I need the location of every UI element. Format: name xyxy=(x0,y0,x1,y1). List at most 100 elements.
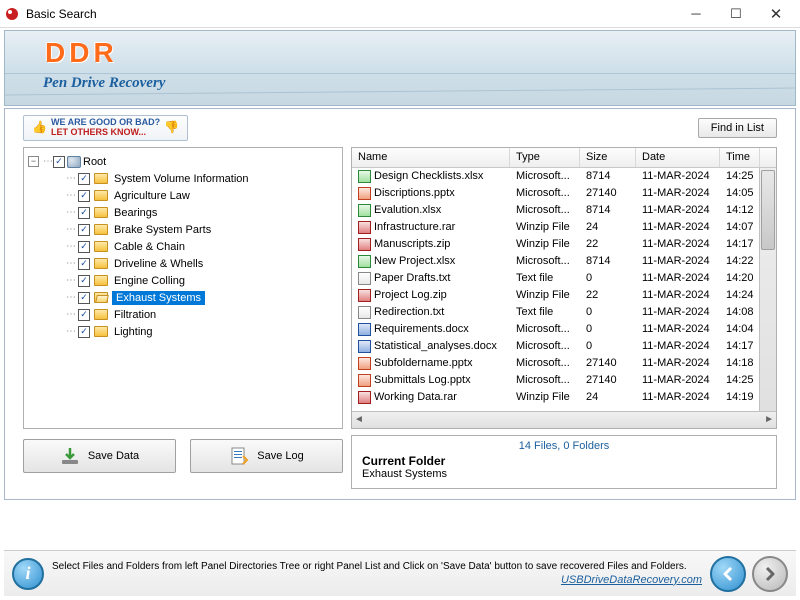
file-row[interactable]: Redirection.txtText file011-MAR-202414:0… xyxy=(352,304,760,321)
file-time: 14:19 xyxy=(720,391,760,403)
file-size: 0 xyxy=(580,272,636,284)
tree-item[interactable]: ⋯✓Exhaust Systems xyxy=(28,290,338,306)
file-name: Manuscripts.zip xyxy=(374,238,450,250)
tree-checkbox[interactable]: ✓ xyxy=(78,258,90,270)
file-row[interactable]: Project Log.zipWinzip File2211-MAR-20241… xyxy=(352,287,760,304)
col-date[interactable]: Date xyxy=(636,148,720,167)
col-size[interactable]: Size xyxy=(580,148,636,167)
folder-icon xyxy=(94,224,108,235)
tree-checkbox[interactable]: ✓ xyxy=(78,309,90,321)
tree-item[interactable]: ⋯✓Lighting xyxy=(28,324,338,340)
tree-checkbox[interactable]: ✓ xyxy=(78,275,90,287)
tree-item[interactable]: ⋯✓Filtration xyxy=(28,307,338,323)
file-list[interactable]: Name Type Size Date Time Design Checklis… xyxy=(351,147,777,429)
tree-item[interactable]: ⋯✓Agriculture Law xyxy=(28,188,338,204)
file-size: 0 xyxy=(580,323,636,335)
file-time: 14:07 xyxy=(720,221,760,233)
file-row[interactable]: Subfoldername.pptxMicrosoft...2714011-MA… xyxy=(352,355,760,372)
directory-tree[interactable]: − ⋯ ✓ Root ⋯✓System Volume Information ⋯✓… xyxy=(23,147,343,429)
nav-forward-button[interactable] xyxy=(752,556,788,592)
file-icon xyxy=(358,289,371,302)
close-button[interactable]: ✕ xyxy=(756,1,796,27)
info-icon: i xyxy=(12,558,44,590)
tree-checkbox[interactable]: ✓ xyxy=(78,224,90,236)
file-type: Text file xyxy=(510,272,580,284)
collapse-icon[interactable]: − xyxy=(28,156,39,167)
file-row[interactable]: Evalution.xlsxMicrosoft...871411-MAR-202… xyxy=(352,202,760,219)
tree-item[interactable]: ⋯✓System Volume Information xyxy=(28,171,338,187)
file-size: 27140 xyxy=(580,357,636,369)
file-row[interactable]: Infrastructure.rarWinzip File2411-MAR-20… xyxy=(352,219,760,236)
save-data-button[interactable]: Save Data xyxy=(23,439,176,473)
file-type: Microsoft... xyxy=(510,357,580,369)
file-row[interactable]: Paper Drafts.txtText file011-MAR-202414:… xyxy=(352,270,760,287)
tree-checkbox[interactable]: ✓ xyxy=(78,190,90,202)
file-date: 11-MAR-2024 xyxy=(636,238,720,250)
nav-back-button[interactable] xyxy=(710,556,746,592)
file-row[interactable]: New Project.xlsxMicrosoft...871411-MAR-2… xyxy=(352,253,760,270)
file-row[interactable]: Submittals Log.pptxMicrosoft...2714011-M… xyxy=(352,372,760,389)
tree-root[interactable]: − ⋯ ✓ Root xyxy=(28,154,338,170)
file-time: 14:12 xyxy=(720,204,760,216)
tree-item[interactable]: ⋯✓Brake System Parts xyxy=(28,222,338,238)
file-date: 11-MAR-2024 xyxy=(636,187,720,199)
file-date: 11-MAR-2024 xyxy=(636,170,720,182)
footer-link[interactable]: USBDriveDataRecovery.com xyxy=(52,573,702,587)
folder-icon xyxy=(94,207,108,218)
file-time: 14:04 xyxy=(720,323,760,335)
vertical-scrollbar[interactable] xyxy=(761,170,775,250)
app-icon xyxy=(4,6,20,22)
file-type: Microsoft... xyxy=(510,255,580,267)
file-date: 11-MAR-2024 xyxy=(636,221,720,233)
folder-icon xyxy=(94,258,108,269)
file-type: Microsoft... xyxy=(510,187,580,199)
file-time: 14:18 xyxy=(720,357,760,369)
file-size: 0 xyxy=(580,340,636,352)
file-name: Paper Drafts.txt xyxy=(374,272,450,284)
footer-help-text: Select Files and Folders from left Panel… xyxy=(52,561,687,572)
file-size: 8714 xyxy=(580,204,636,216)
col-type[interactable]: Type xyxy=(510,148,580,167)
file-name: Infrastructure.rar xyxy=(374,221,455,233)
tree-item[interactable]: ⋯✓Driveline & Whells xyxy=(28,256,338,272)
file-icon xyxy=(358,204,371,217)
col-time[interactable]: Time xyxy=(720,148,760,167)
file-row[interactable]: Design Checklists.xlsxMicrosoft...871411… xyxy=(352,168,760,185)
tree-checkbox[interactable]: ✓ xyxy=(78,292,90,304)
tagline-box[interactable]: 👍 WE ARE GOOD OR BAD? LET OTHERS KNOW...… xyxy=(23,115,188,141)
tree-item-label: Agriculture Law xyxy=(112,189,192,203)
tree-checkbox[interactable]: ✓ xyxy=(78,207,90,219)
tree-checkbox[interactable]: ✓ xyxy=(78,241,90,253)
file-type: Microsoft... xyxy=(510,340,580,352)
brand-subtitle: Pen Drive Recovery xyxy=(43,75,165,92)
file-icon xyxy=(358,170,371,183)
file-row[interactable]: Manuscripts.zipWinzip File2211-MAR-20241… xyxy=(352,236,760,253)
current-folder-value: Exhaust Systems xyxy=(362,468,766,480)
maximize-button[interactable]: ☐ xyxy=(716,1,756,27)
file-name: Design Checklists.xlsx xyxy=(374,170,483,182)
save-log-button[interactable]: Save Log xyxy=(190,439,343,473)
minimize-button[interactable]: ─ xyxy=(676,1,716,27)
tree-item[interactable]: ⋯✓Bearings xyxy=(28,205,338,221)
file-name: Redirection.txt xyxy=(374,306,444,318)
file-row[interactable]: Discriptions.pptxMicrosoft...2714011-MAR… xyxy=(352,185,760,202)
file-row[interactable]: Working Data.rarWinzip File2411-MAR-2024… xyxy=(352,389,760,406)
tree-checkbox[interactable]: ✓ xyxy=(78,326,90,338)
file-icon xyxy=(358,187,371,200)
file-size: 0 xyxy=(580,306,636,318)
file-row[interactable]: Statistical_analyses.docxMicrosoft...011… xyxy=(352,338,760,355)
root-checkbox[interactable]: ✓ xyxy=(53,156,65,168)
folder-icon xyxy=(94,292,108,303)
col-name[interactable]: Name xyxy=(352,148,510,167)
file-row[interactable]: Requirements.docxMicrosoft...011-MAR-202… xyxy=(352,321,760,338)
tree-item[interactable]: ⋯✓Cable & Chain xyxy=(28,239,338,255)
horizontal-scrollbar[interactable]: ◄► xyxy=(352,411,776,428)
tree-item[interactable]: ⋯✓Engine Colling xyxy=(28,273,338,289)
folder-icon xyxy=(94,309,108,320)
file-size: 22 xyxy=(580,238,636,250)
tree-checkbox[interactable]: ✓ xyxy=(78,173,90,185)
file-size: 24 xyxy=(580,221,636,233)
file-icon xyxy=(358,323,371,336)
file-icon xyxy=(358,221,371,234)
find-in-list-button[interactable]: Find in List xyxy=(698,118,777,138)
